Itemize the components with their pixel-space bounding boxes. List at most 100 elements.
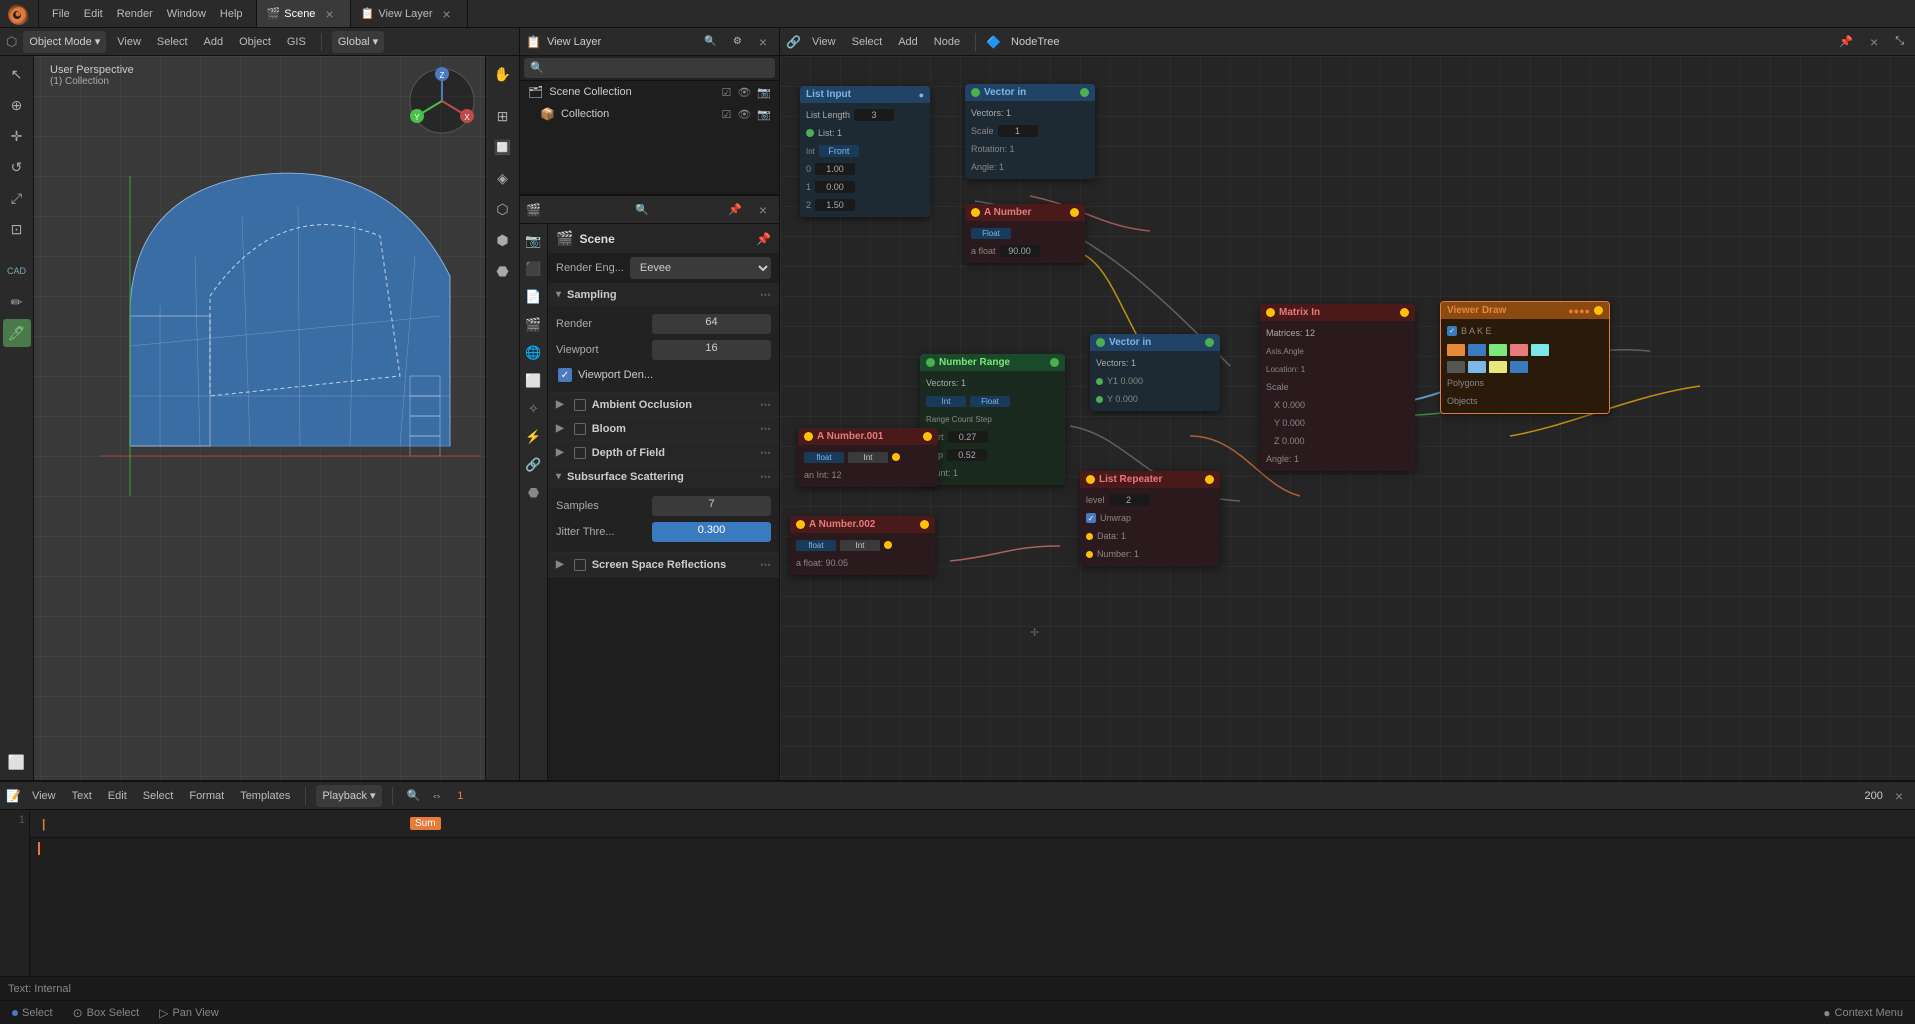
text-editor-close[interactable]: ×: [1889, 788, 1909, 804]
props-pin-btn[interactable]: 📌: [723, 199, 747, 221]
shading-material[interactable]: ⬢: [489, 226, 517, 254]
vd-check1[interactable]: ✓: [1447, 326, 1457, 336]
add-btn[interactable]: Add: [199, 31, 229, 53]
status-select[interactable]: Select: [12, 1007, 53, 1019]
view-btn[interactable]: View: [112, 31, 146, 53]
text-menu-select[interactable]: Select: [138, 785, 179, 807]
node-viewer-draw[interactable]: Viewer Draw ●●●● ✓ B A K E: [1440, 301, 1610, 414]
node-matrix-in[interactable]: Matrix In Matrices: 12 Axis.Angle Locati…: [1260, 304, 1415, 471]
ssr-checkbox[interactable]: [574, 559, 586, 571]
outliner-collection[interactable]: 📦 Collection ☑ 👁 📷: [520, 103, 779, 125]
view-layer-tab-close[interactable]: ×: [437, 6, 457, 22]
ambient-occlusion-header[interactable]: ▶ Ambient Occlusion ⋯: [548, 393, 779, 416]
select-tool[interactable]: ↖: [3, 60, 31, 88]
status-context-menu[interactable]: ● Context Menu: [1823, 1006, 1903, 1020]
color-swatch-4[interactable]: [1510, 344, 1528, 356]
transform-tool[interactable]: ⊡: [3, 215, 31, 243]
color-swatch-1[interactable]: [1447, 344, 1465, 356]
props-output-icon[interactable]: ⬛: [521, 256, 547, 282]
node-vector-in[interactable]: Vector in Vectors: 1 Scale 1 Rotation: 1: [965, 84, 1095, 179]
col-vis-icon[interactable]: ☑: [721, 108, 731, 121]
viewport-body[interactable]: ↖ ⊕ ✛ ↺ ⤢ ⊡ CAD ✏ 🖊 ⬜ User Perspective (…: [0, 56, 519, 780]
node-expand-btn[interactable]: ⤡: [1890, 31, 1909, 53]
ssr-menu[interactable]: ⋯: [760, 558, 771, 571]
axis-gizmo[interactable]: Z X Y: [407, 66, 477, 136]
bloom-header[interactable]: ▶ Bloom ⋯: [548, 417, 779, 440]
props-close[interactable]: ×: [753, 202, 773, 218]
text-menu-edit[interactable]: Edit: [103, 785, 132, 807]
menu-file[interactable]: File: [47, 3, 75, 25]
sss-header[interactable]: ▾ Subsurface Scattering ⋯: [548, 465, 779, 488]
scene-tab-close[interactable]: ×: [319, 6, 339, 22]
viewport-value[interactable]: 16: [652, 340, 771, 360]
outliner-settings-btn[interactable]: ⚙: [728, 31, 747, 53]
bloom-checkbox[interactable]: [574, 423, 586, 435]
node-list-repeater[interactable]: List Repeater level 2 ✓ Unwrap Data: 1: [1080, 471, 1220, 566]
samples-value[interactable]: 7: [652, 496, 771, 516]
cube-tool[interactable]: ⬜: [3, 748, 31, 776]
props-view-layer-icon[interactable]: 📄: [521, 284, 547, 310]
list-length-val[interactable]: 3: [854, 109, 894, 121]
orientation-dropdown[interactable]: Global ▾: [332, 31, 384, 53]
workspace-tab-view-layer[interactable]: 📋 View Layer ×: [351, 0, 468, 27]
jitter-value[interactable]: 0.300: [652, 522, 771, 542]
text-menu-templates[interactable]: Templates: [235, 785, 295, 807]
dof-header[interactable]: ▶ Depth of Field ⋯: [548, 441, 779, 464]
shading-render[interactable]: ⬣: [489, 257, 517, 285]
node-pin-btn[interactable]: 📌: [1834, 31, 1858, 53]
node-menu-add[interactable]: Add: [893, 31, 923, 53]
color-swatch-5[interactable]: [1531, 344, 1549, 356]
col-eye-icon[interactable]: 👁: [737, 108, 751, 121]
viewport-den-checkbox[interactable]: ✓: [558, 368, 572, 382]
col-cam-icon[interactable]: 📷: [757, 108, 771, 121]
ao-checkbox[interactable]: [574, 399, 586, 411]
node-menu-node[interactable]: Node: [929, 31, 965, 53]
status-box-select[interactable]: ⊙ Box Select: [73, 1006, 140, 1020]
menu-help[interactable]: Help: [215, 3, 248, 25]
node-vector-in-2[interactable]: Vector in Vectors: 1 Y1 0.000 Y 0.000: [1090, 334, 1220, 411]
node-list-input[interactable]: List Input ● List Length 3 List: 1 Int F…: [800, 86, 930, 217]
sss-menu[interactable]: ⋯: [760, 470, 771, 483]
sampling-header[interactable]: ▾ Sampling ⋯: [548, 283, 779, 306]
view-front[interactable]: ⊞: [489, 102, 517, 130]
props-world-icon[interactable]: 🌐: [521, 340, 547, 366]
text-menu-text[interactable]: Text: [67, 785, 97, 807]
annotate-tool[interactable]: ✏: [3, 288, 31, 316]
text-menu-view[interactable]: View: [27, 785, 61, 807]
outliner-filter-btn[interactable]: 🔍: [699, 31, 721, 53]
render-value[interactable]: 64: [652, 314, 771, 334]
zoom-in-btn[interactable]: ⇔: [426, 785, 447, 807]
pan-tool[interactable]: ✋: [489, 60, 517, 88]
color-swatch-7[interactable]: [1468, 361, 1486, 373]
select-btn[interactable]: Select: [152, 31, 193, 53]
sampling-menu[interactable]: ⋯: [760, 288, 771, 301]
text-area-content[interactable]: [30, 838, 1915, 976]
cursor-tool[interactable]: ⊕: [3, 91, 31, 119]
color-swatch-8[interactable]: [1489, 361, 1507, 373]
int-field[interactable]: Front: [819, 145, 859, 157]
shading-wire[interactable]: ◈: [489, 164, 517, 192]
ao-menu[interactable]: ⋯: [760, 398, 771, 411]
ssr-header[interactable]: ▶ Screen Space Reflections ⋯: [548, 553, 779, 576]
lr-unwrap[interactable]: ✓: [1086, 513, 1096, 523]
color-swatch-9[interactable]: [1510, 361, 1528, 373]
outliner-search[interactable]: [524, 58, 775, 78]
dof-menu[interactable]: ⋯: [760, 446, 771, 459]
node-close[interactable]: ×: [1864, 34, 1884, 50]
dof-checkbox[interactable]: [574, 447, 586, 459]
outliner-scene-collection[interactable]: 🗂 Scene Collection ☑ 👁 📷: [520, 81, 779, 103]
object-mode-dropdown[interactable]: Object Mode ▾: [23, 31, 106, 53]
props-physics-icon[interactable]: ⚡: [521, 424, 547, 450]
color-swatch-6[interactable]: [1447, 361, 1465, 373]
props-material-icon[interactable]: ⬣: [521, 480, 547, 506]
node-a-number[interactable]: A Number Float a float 90.00: [965, 204, 1085, 263]
node-menu-view[interactable]: View: [807, 31, 841, 53]
workspace-tab-scene[interactable]: 🎬 Scene ×: [257, 0, 351, 27]
text-menu-format[interactable]: Format: [184, 785, 229, 807]
eye-icon[interactable]: 👁: [737, 86, 751, 99]
props-scene-icon[interactable]: 🎬: [521, 312, 547, 338]
bloom-menu[interactable]: ⋯: [760, 422, 771, 435]
menu-edit[interactable]: Edit: [79, 3, 108, 25]
draw-tool[interactable]: 🖊: [3, 319, 31, 347]
props-constraints-icon[interactable]: 🔗: [521, 452, 547, 478]
